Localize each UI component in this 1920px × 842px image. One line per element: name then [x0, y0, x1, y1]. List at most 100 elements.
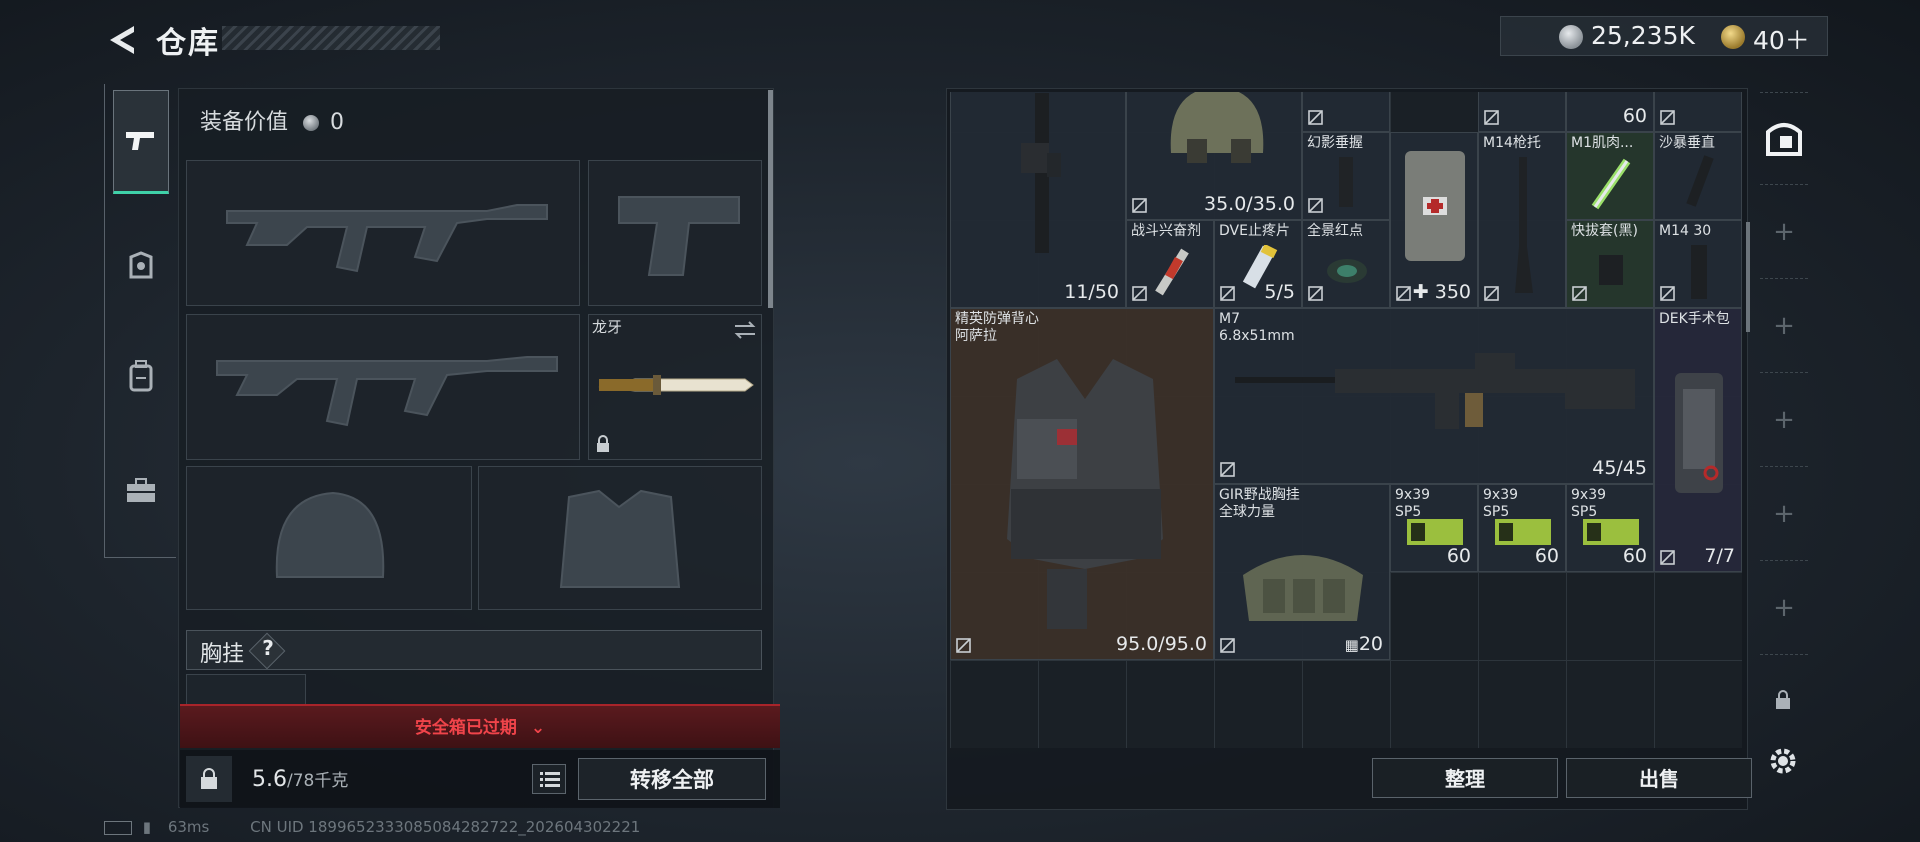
add-page-icon[interactable]: +: [1770, 312, 1798, 340]
body-armor-slot[interactable]: [478, 466, 762, 610]
currency-secondary-amount[interactable]: 40＋: [1753, 21, 1810, 57]
no-insure-icon: [1660, 550, 1675, 565]
back-arrow-icon[interactable]: [104, 22, 140, 58]
syringe-icon: [1591, 158, 1631, 210]
grid-item-rifle-partial[interactable]: 11/50: [950, 92, 1126, 308]
grid-item-9x39-ammo[interactable]: 9x39 SP5 60: [1478, 484, 1566, 572]
grid-item-9x39-ammo[interactable]: 9x39 SP5 60: [1566, 484, 1654, 572]
item-name: DEK手术包: [1659, 311, 1730, 327]
carry-weight: 5.6/78千克: [252, 766, 348, 792]
body-armor-icon: [1007, 359, 1163, 629]
grid-item-partial[interactable]: [1478, 92, 1566, 132]
grid-item-sandstorm-grip[interactable]: 沙暴垂直: [1654, 132, 1742, 220]
grid-item-phantom-grip[interactable]: 幻影垂握: [1302, 132, 1390, 220]
grid-item-helmet[interactable]: 35.0/35.0: [1126, 92, 1302, 220]
list-view-button[interactable]: [532, 764, 566, 794]
add-page-icon[interactable]: +: [1770, 594, 1798, 622]
grid-item-partial[interactable]: [1302, 92, 1390, 132]
chest-rig-slot[interactable]: [186, 674, 306, 704]
injector-icon: [1155, 248, 1189, 296]
grid-item-9x39-ammo[interactable]: 9x39 SP5 60: [1390, 484, 1478, 572]
ammo-box-icon: [1495, 519, 1551, 545]
magazine-icon: [1691, 245, 1707, 299]
helmet-armor-icon: [129, 251, 153, 279]
locked-page-icon[interactable]: [1774, 690, 1792, 710]
stash-scrollbar[interactable]: [1746, 222, 1750, 332]
latency-text: 63ms: [167, 818, 210, 836]
add-page-icon[interactable]: +: [1770, 218, 1798, 246]
grid-item-m7-rifle[interactable]: M7 6.8x51mm 45/45: [1214, 308, 1654, 484]
item-count: 60: [1622, 105, 1647, 127]
helmet-silhouette-icon: [275, 491, 385, 578]
grip-icon: [1339, 157, 1353, 207]
rifle-silhouette-icon: [216, 356, 558, 427]
no-insure-icon: [1220, 638, 1235, 653]
settings-gear-icon[interactable]: [1766, 744, 1800, 778]
item-name: M14枪托: [1483, 135, 1541, 151]
ammo-box-icon: [1407, 519, 1463, 545]
primary-weapon-slot[interactable]: [186, 160, 580, 306]
no-insure-icon: [1308, 286, 1323, 301]
surgery-kit-icon: [1675, 373, 1723, 493]
pistol-slot[interactable]: [588, 160, 762, 306]
item-uses: 7/7: [1704, 545, 1735, 567]
status-bar: ▮ 63ms CN UID 1899652333085084282722_202…: [104, 818, 640, 836]
sell-button[interactable]: 出售: [1566, 758, 1752, 798]
item-name: M1肌肉...: [1571, 135, 1634, 151]
safe-box-lock-button[interactable]: [186, 756, 232, 802]
pistol-icon: [126, 132, 154, 150]
armor-silhouette-icon: [559, 489, 681, 588]
grid-item-combat-stimulant[interactable]: 战斗兴奋剂: [1126, 220, 1214, 308]
tab-divider: [1760, 654, 1808, 655]
grid-item-partial[interactable]: 60: [1566, 92, 1654, 132]
item-name: M7 6.8x51mm: [1219, 311, 1295, 344]
grip-icon: [1686, 155, 1714, 207]
grid-item-panoramic-red-dot[interactable]: 全景红点: [1302, 220, 1390, 308]
swap-arrows-icon[interactable]: [733, 321, 757, 339]
tab-armor[interactable]: [113, 214, 169, 318]
carry-weight-current: 5.6: [252, 767, 287, 792]
tab-backpack[interactable]: [113, 324, 169, 428]
dragon-fang-knife-icon: [598, 375, 754, 395]
grid-item-gir-chest-rig[interactable]: GIR野战胸挂 全球力量 ▦20: [1214, 484, 1390, 660]
sort-button[interactable]: 整理: [1372, 758, 1558, 798]
uid-text: CN UID 1899652333085084282722_2026043022…: [250, 818, 641, 836]
helmet-slot[interactable]: [186, 466, 472, 610]
item-count: 11/50: [1064, 281, 1119, 303]
no-insure-icon: [1572, 286, 1587, 301]
grid-item-m14-stock[interactable]: M14枪托: [1478, 132, 1566, 308]
tab-divider: [1760, 466, 1808, 467]
grid-item-partial[interactable]: [1654, 92, 1742, 132]
grid-item-quick-holster[interactable]: 快拔套(黑): [1566, 220, 1654, 308]
add-page-icon[interactable]: +: [1770, 500, 1798, 528]
grid-item-dek-surgery-kit[interactable]: DEK手术包 7/7: [1654, 308, 1742, 572]
medkit-icon: [1405, 151, 1465, 261]
currency-primary-amount: 25,235K: [1591, 21, 1695, 50]
assault-rifle-icon: [1235, 353, 1635, 429]
grid-item-medkit[interactable]: ✚ 350: [1390, 132, 1478, 308]
tab-briefcase[interactable]: [113, 438, 169, 542]
grid-item-elite-vest[interactable]: 精英防弹背心 阿萨拉 95.0/95.0: [950, 308, 1214, 660]
grid-item-dve-painkiller[interactable]: DVE止疼片 5/5: [1214, 220, 1302, 308]
add-page-icon[interactable]: +: [1770, 406, 1798, 434]
help-question-mark: ?: [262, 636, 274, 660]
item-durability: 35.0/35.0: [1203, 193, 1295, 215]
grid-item-m14-30-mag[interactable]: M14 30: [1654, 220, 1742, 308]
item-capacity: ▦20: [1345, 633, 1383, 655]
transfer-all-button[interactable]: 转移全部: [578, 758, 766, 800]
grid-item-m1-muscle[interactable]: M1肌肉...: [1566, 132, 1654, 220]
no-insure-icon: [1484, 286, 1499, 301]
item-count-value: 350: [1434, 281, 1471, 303]
currency-bar: 25,235K 40＋: [1500, 16, 1828, 56]
stash-home-icon[interactable]: [1764, 118, 1804, 158]
tab-weapons[interactable]: [113, 90, 169, 194]
title-hatch-decoration: [222, 26, 440, 50]
battery-icon: [104, 820, 132, 835]
equipment-value-label: 装备价值: [200, 110, 289, 135]
tab-divider: [1760, 278, 1808, 279]
stash-grid[interactable]: 11/50 35.0/35.0 幻影垂握 ✚ 350 M14枪托 M1肌肉...…: [950, 92, 1742, 748]
equipment-scrollbar[interactable]: [768, 90, 773, 308]
item-name: M14 30: [1659, 223, 1712, 239]
page-title: 仓库: [156, 26, 220, 61]
secondary-weapon-slot[interactable]: [186, 314, 580, 460]
